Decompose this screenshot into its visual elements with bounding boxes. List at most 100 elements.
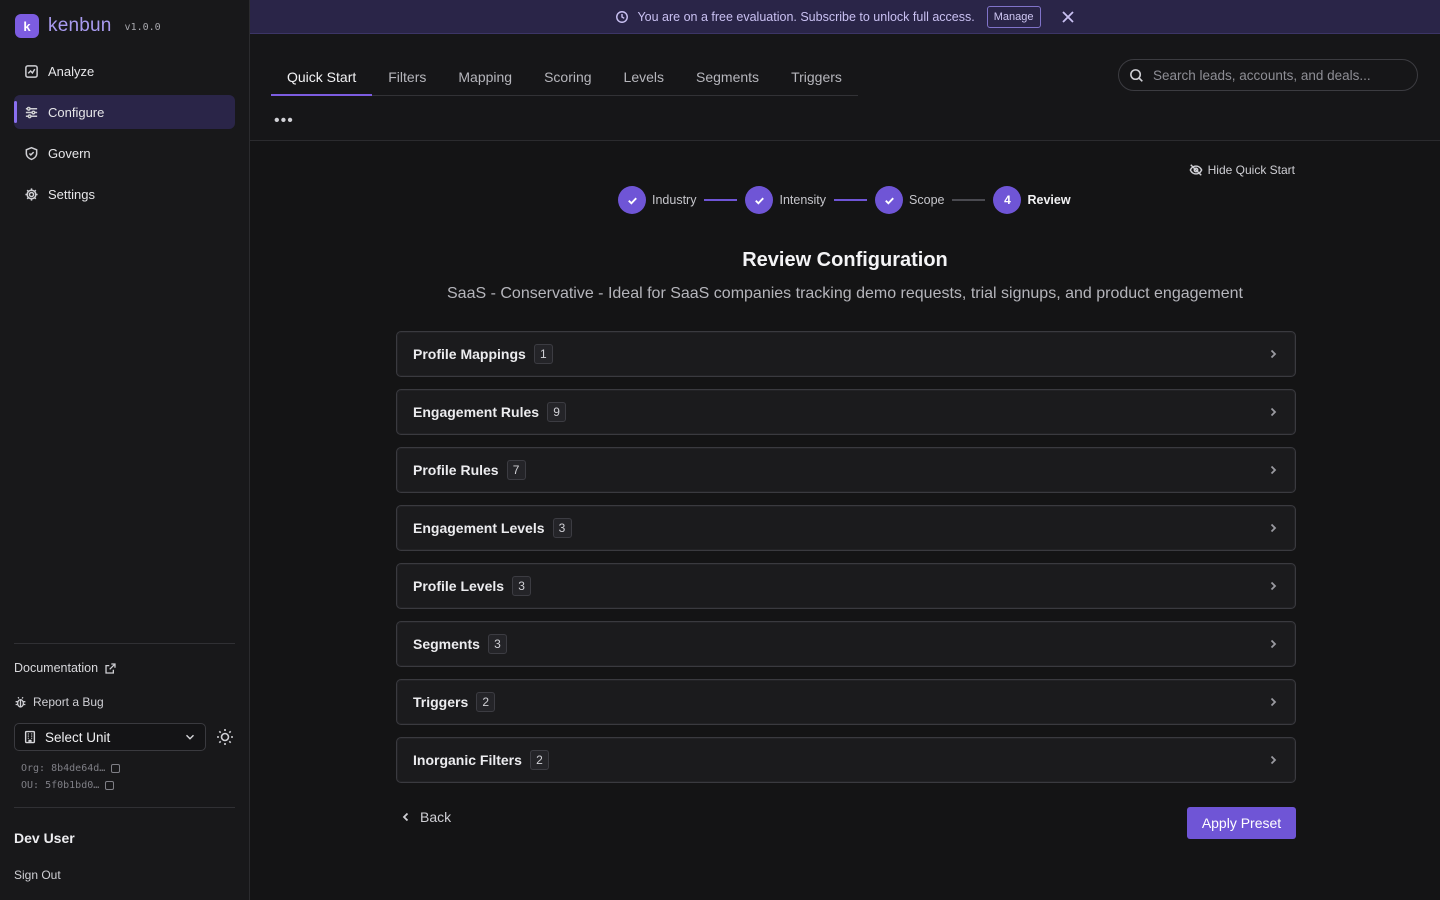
chevron-right-icon (1270, 349, 1277, 359)
manage-button[interactable]: Manage (986, 5, 1041, 28)
sidebar-item-label: Settings (48, 186, 95, 202)
apply-preset-button[interactable]: Apply Preset (1187, 807, 1296, 839)
count-badge: 3 (552, 518, 572, 538)
sun-icon[interactable] (216, 728, 234, 746)
section-profile-mappings[interactable]: Profile Mappings 1 (396, 331, 1296, 377)
chevron-right-icon (1270, 639, 1277, 649)
section-profile-rules[interactable]: Profile Rules 7 (396, 447, 1296, 493)
banner-message: You are on a free evaluation. Subscribe … (637, 9, 975, 24)
sidebar-item-analyze[interactable]: Analyze (14, 54, 235, 88)
step-scope[interactable]: Scope (875, 186, 944, 214)
preset-description: SaaS - Conservative - Ideal for SaaS com… (447, 285, 1243, 302)
count-badge: 2 (529, 750, 549, 770)
step-connector (952, 199, 986, 201)
progress-stepper: Industry Intensity Scope 4 Review (618, 186, 1071, 214)
step-label: Intensity (779, 193, 827, 207)
copy-icon[interactable] (105, 780, 115, 790)
org-id: Org: 8b4de64d… (21, 763, 106, 774)
app-version: v1.0.0 (124, 21, 161, 33)
brand-name: kenbun (48, 15, 112, 36)
bug-icon (15, 696, 26, 708)
tab-mapping[interactable]: Mapping (442, 59, 528, 95)
chevron-right-icon (1270, 465, 1277, 475)
step-connector (704, 199, 738, 201)
step-connector (834, 199, 868, 201)
unit-select-value: Select Unit (45, 729, 111, 745)
step-check-circle (618, 186, 646, 214)
chevron-down-icon (186, 734, 194, 740)
section-label: Segments (413, 636, 480, 652)
review-section-list: Profile Mappings 1 Engagement Rules 9 Pr… (396, 331, 1296, 783)
step-industry[interactable]: Industry (618, 186, 696, 214)
search-icon (1130, 68, 1143, 82)
section-segments[interactable]: Segments 3 (396, 621, 1296, 667)
building-icon (24, 730, 36, 744)
section-engagement-levels[interactable]: Engagement Levels 3 (396, 505, 1296, 551)
tab-quick-start[interactable]: Quick Start (271, 59, 373, 96)
section-label: Triggers (413, 694, 469, 710)
chart-icon (25, 64, 38, 78)
step-label: Review (1027, 193, 1071, 207)
section-label: Engagement Levels (413, 520, 545, 536)
count-badge: 3 (487, 634, 507, 654)
check-icon (884, 197, 894, 205)
shield-icon (25, 146, 38, 160)
sidebar-item-settings[interactable]: Settings (14, 177, 235, 211)
report-bug-link[interactable]: Report a Bug (14, 695, 235, 709)
section-engagement-rules[interactable]: Engagement Rules 9 (396, 389, 1296, 435)
section-label: Profile Levels (413, 578, 505, 594)
step-check-circle (745, 186, 774, 214)
clock-icon (616, 10, 629, 23)
quick-start-panel: Hide Quick Start Industry Intensity Scop… (250, 141, 1440, 900)
external-link-icon (105, 662, 116, 674)
chevron-left-icon (402, 812, 409, 822)
main-area: You are on a free evaluation. Subscribe … (250, 0, 1440, 900)
step-label: Scope (909, 193, 945, 207)
report-bug-label: Report a Bug (33, 695, 104, 709)
copy-icon[interactable] (111, 763, 121, 773)
hide-quick-start-label: Hide Quick Start (1207, 163, 1295, 177)
more-options-icon[interactable]: ••• (274, 112, 294, 130)
sidebar-footer: Documentation Report a Bug Select Unit O… (14, 643, 235, 900)
close-icon[interactable] (1061, 10, 1075, 24)
step-number-circle: 4 (993, 186, 1022, 214)
section-triggers[interactable]: Triggers 2 (396, 679, 1296, 725)
kenbun-logo-icon[interactable]: k (15, 14, 39, 38)
tab-segments[interactable]: Segments (680, 59, 775, 95)
org-id-row: Org: 8b4de64d… (21, 760, 235, 777)
chevron-right-icon (1270, 581, 1277, 591)
ou-id: OU: 5f0b1bd0… (21, 780, 100, 791)
tab-triggers[interactable]: Triggers (775, 59, 858, 95)
tab-levels[interactable]: Levels (608, 59, 680, 95)
unit-select[interactable]: Select Unit (14, 723, 206, 751)
sign-out-link[interactable]: Sign Out (14, 868, 235, 900)
section-label: Engagement Rules (413, 404, 540, 420)
sidebar-item-govern[interactable]: Govern (14, 136, 235, 170)
divider (14, 807, 235, 808)
back-label: Back (420, 809, 452, 825)
count-badge: 9 (547, 402, 567, 422)
section-inorganic-filters[interactable]: Inorganic Filters 2 (396, 737, 1296, 783)
hide-quick-start-button[interactable]: Hide Quick Start (1189, 163, 1295, 177)
chevron-right-icon (1270, 523, 1277, 533)
sidebar-item-label: Configure (48, 104, 105, 120)
global-search[interactable] (1118, 59, 1418, 91)
org-ids: Org: 8b4de64d… OU: 5f0b1bd0… (14, 760, 235, 794)
section-profile-levels[interactable]: Profile Levels 3 (396, 563, 1296, 609)
sidebar-item-configure[interactable]: Configure (14, 95, 235, 129)
chevron-right-icon (1270, 755, 1277, 765)
search-input[interactable] (1153, 67, 1403, 83)
page-title: Review Configuration (742, 249, 948, 271)
tab-filters[interactable]: Filters (372, 59, 442, 95)
ou-id-row: OU: 5f0b1bd0… (21, 777, 235, 794)
tab-scoring[interactable]: Scoring (528, 59, 607, 95)
step-check-circle (875, 186, 904, 214)
step-review[interactable]: 4 Review (993, 186, 1071, 214)
documentation-link[interactable]: Documentation (14, 661, 235, 675)
step-intensity[interactable]: Intensity (745, 186, 826, 214)
count-badge: 2 (476, 692, 496, 712)
sidebar-item-label: Govern (48, 145, 91, 161)
sidebar-item-label: Analyze (48, 63, 95, 79)
sidebar-nav: Analyze Configure Govern Settings (14, 54, 235, 211)
back-button[interactable]: Back (400, 809, 451, 825)
